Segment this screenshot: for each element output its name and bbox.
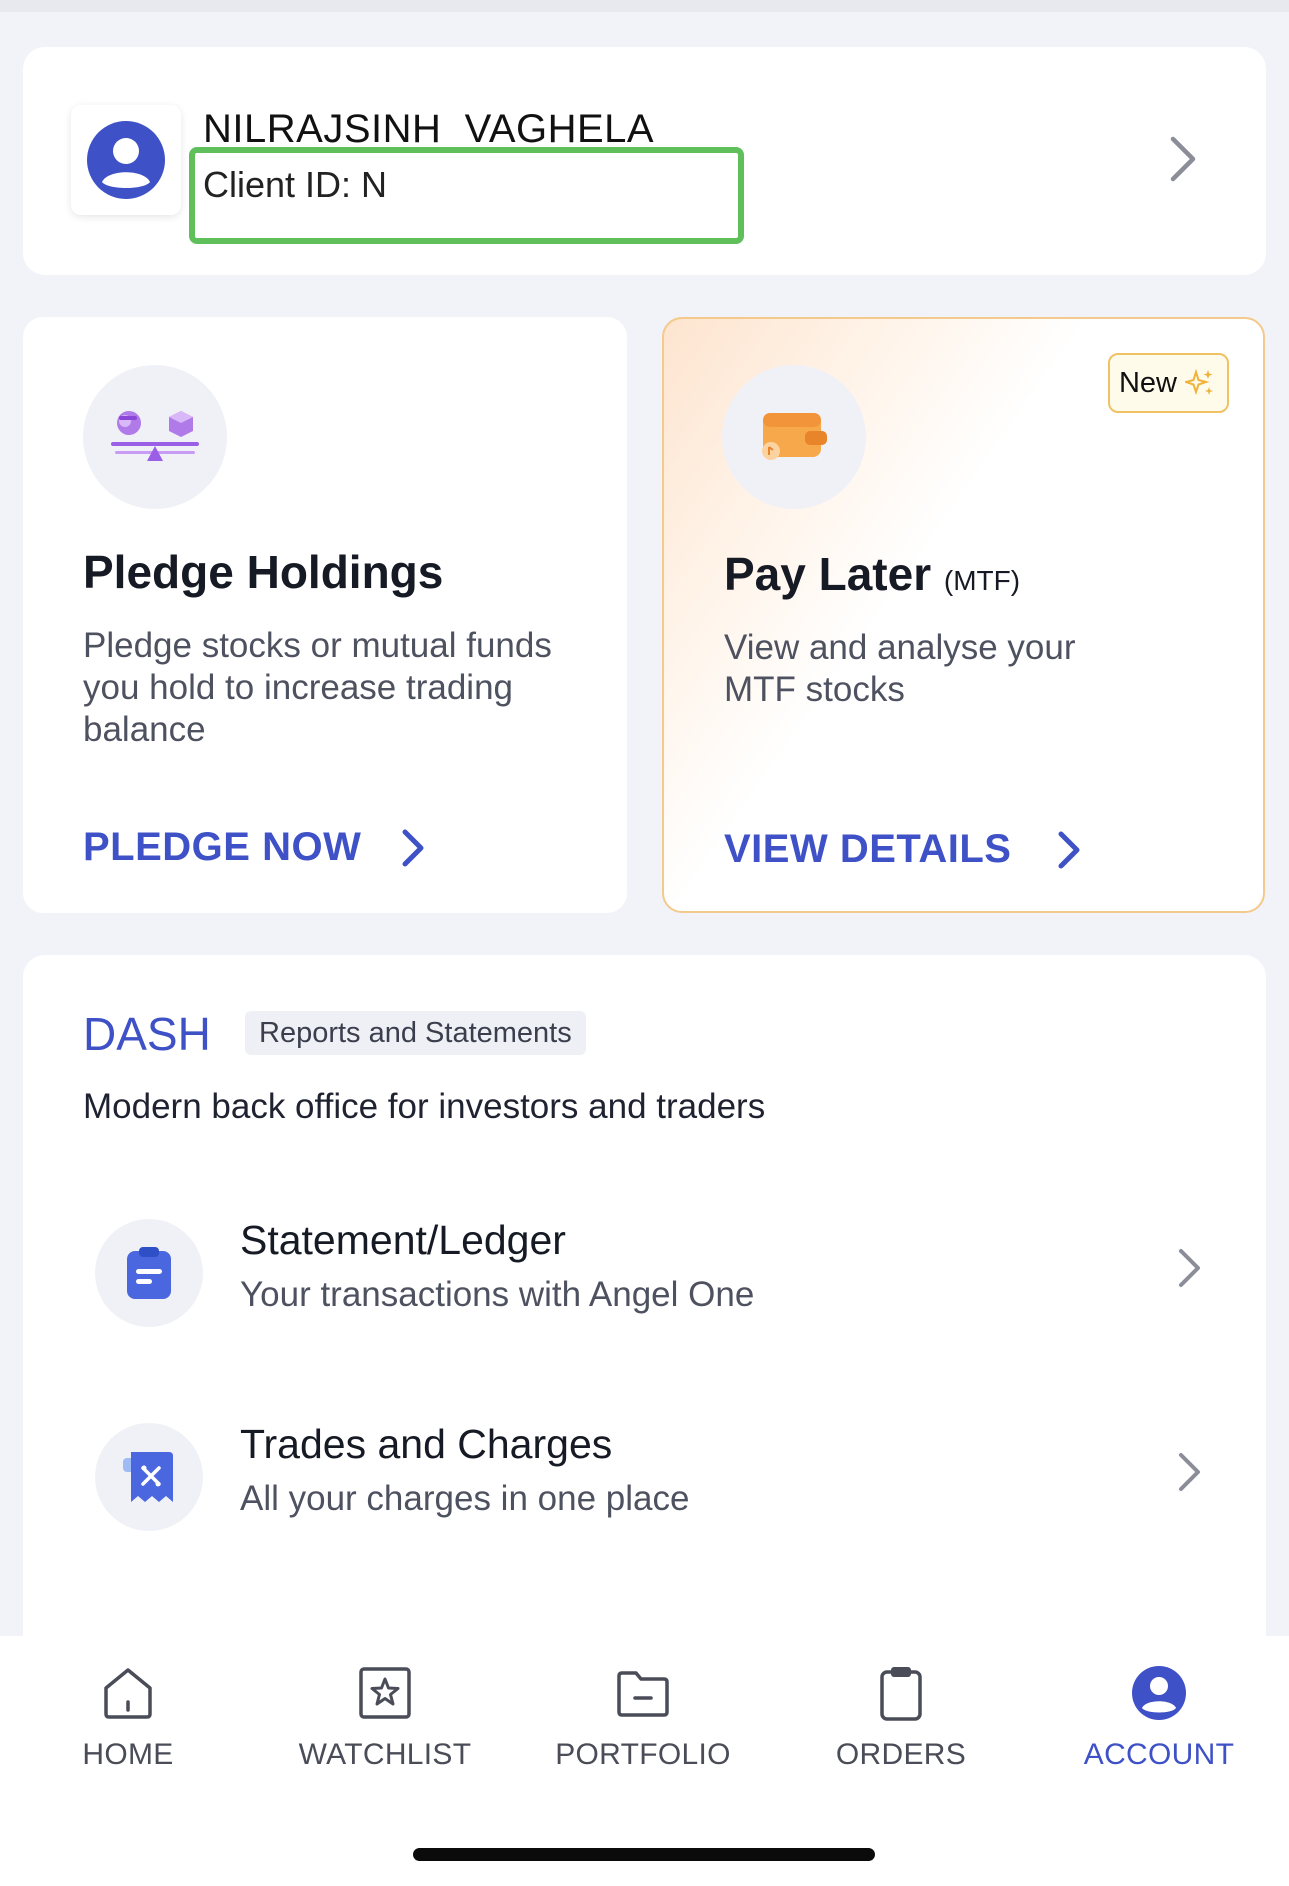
new-badge: New bbox=[1107, 353, 1229, 413]
nav-home-label: HOME bbox=[82, 1738, 174, 1771]
new-badge-label: New bbox=[1118, 366, 1177, 399]
client-id-highlight-box bbox=[189, 147, 744, 244]
nav-watchlist-label: WATCHLIST bbox=[298, 1738, 472, 1771]
statement-ledger-description: Your transactions with Angel One bbox=[240, 1275, 755, 1314]
sparkle-icon bbox=[1185, 368, 1213, 396]
wallet-icon bbox=[762, 413, 827, 460]
nav-portfolio[interactable]: PORTFOLIO bbox=[533, 1664, 753, 1772]
view-details-button[interactable]: VIEW DETAILS bbox=[724, 827, 1081, 872]
folder-icon bbox=[617, 1671, 669, 1717]
pay-later-title-suffix: (MTF) bbox=[943, 565, 1021, 596]
nav-account[interactable]: ACCOUNT bbox=[1049, 1664, 1269, 1772]
statement-icon-wrap bbox=[95, 1219, 203, 1327]
chevron-right-icon bbox=[1058, 831, 1080, 868]
pay-later-description: View and analyse your MTF stocks bbox=[724, 628, 1076, 709]
nav-account-label: ACCOUNT bbox=[1083, 1738, 1235, 1771]
pay-later-icon-wrap bbox=[722, 365, 866, 509]
chevron-right-icon[interactable] bbox=[1168, 135, 1198, 183]
nav-orders[interactable]: ORDERS bbox=[791, 1664, 1011, 1772]
trades-charges-description: All your charges in one place bbox=[240, 1479, 690, 1518]
trades-charges-row[interactable]: Trades and Charges All your charges in o… bbox=[83, 1421, 1203, 1541]
pledge-description: Pledge stocks or mutual funds you hold t… bbox=[83, 626, 552, 749]
receipt-icon bbox=[123, 1452, 173, 1502]
pledge-now-button[interactable]: PLEDGE NOW bbox=[83, 825, 425, 870]
nav-orders-label: ORDERS bbox=[835, 1738, 967, 1771]
scale-pledge-icon bbox=[111, 411, 199, 461]
chevron-right-icon bbox=[1179, 1453, 1200, 1491]
trades-charges-title: Trades and Charges bbox=[240, 1421, 613, 1467]
dash-title: DASH bbox=[83, 1008, 211, 1060]
user-icon bbox=[87, 121, 165, 199]
star-icon bbox=[359, 1667, 411, 1719]
pledge-holdings-card[interactable]: Pledge Holdings Pledge stocks or mutual … bbox=[23, 317, 627, 913]
nav-portfolio-label: PORTFOLIO bbox=[555, 1738, 731, 1771]
user-icon bbox=[1132, 1666, 1186, 1720]
home-indicator[interactable] bbox=[413, 1848, 875, 1861]
statement-ledger-row[interactable]: Statement/Ledger Your transactions with … bbox=[83, 1217, 1203, 1337]
profile-name: NILRAJSINH VAGHELA bbox=[203, 107, 655, 151]
chevron-right-icon bbox=[402, 829, 424, 866]
view-details-label: VIEW DETAILS bbox=[724, 827, 1012, 871]
statement-icon bbox=[127, 1247, 171, 1299]
dash-subtitle: Modern back office for investors and tra… bbox=[83, 1087, 766, 1126]
profile-card[interactable]: NILRAJSINH VAGHELA Client ID: N bbox=[23, 47, 1266, 275]
statement-ledger-title: Statement/Ledger bbox=[240, 1217, 566, 1263]
clipboard-icon bbox=[880, 1667, 922, 1721]
pledge-title: Pledge Holdings bbox=[83, 546, 444, 598]
dash-tag: Reports and Statements bbox=[245, 1011, 586, 1055]
trades-icon-wrap bbox=[95, 1423, 203, 1531]
nav-home[interactable]: HOME bbox=[18, 1664, 238, 1772]
pay-later-title-text: Pay Later bbox=[724, 548, 932, 600]
pledge-icon-wrap bbox=[83, 365, 227, 509]
pay-later-card[interactable]: New Pay Later (MTF) View and analyse you… bbox=[662, 317, 1265, 913]
nav-watchlist[interactable]: WATCHLIST bbox=[275, 1664, 495, 1772]
pay-later-title: Pay Later (MTF) bbox=[724, 547, 1020, 601]
pledge-now-label: PLEDGE NOW bbox=[83, 825, 362, 869]
avatar bbox=[71, 105, 181, 215]
status-bar-edge bbox=[0, 0, 1289, 12]
home-icon bbox=[104, 1668, 152, 1719]
chevron-right-icon bbox=[1179, 1249, 1200, 1287]
dash-section: DASH Reports and Statements Modern back … bbox=[23, 955, 1266, 1655]
